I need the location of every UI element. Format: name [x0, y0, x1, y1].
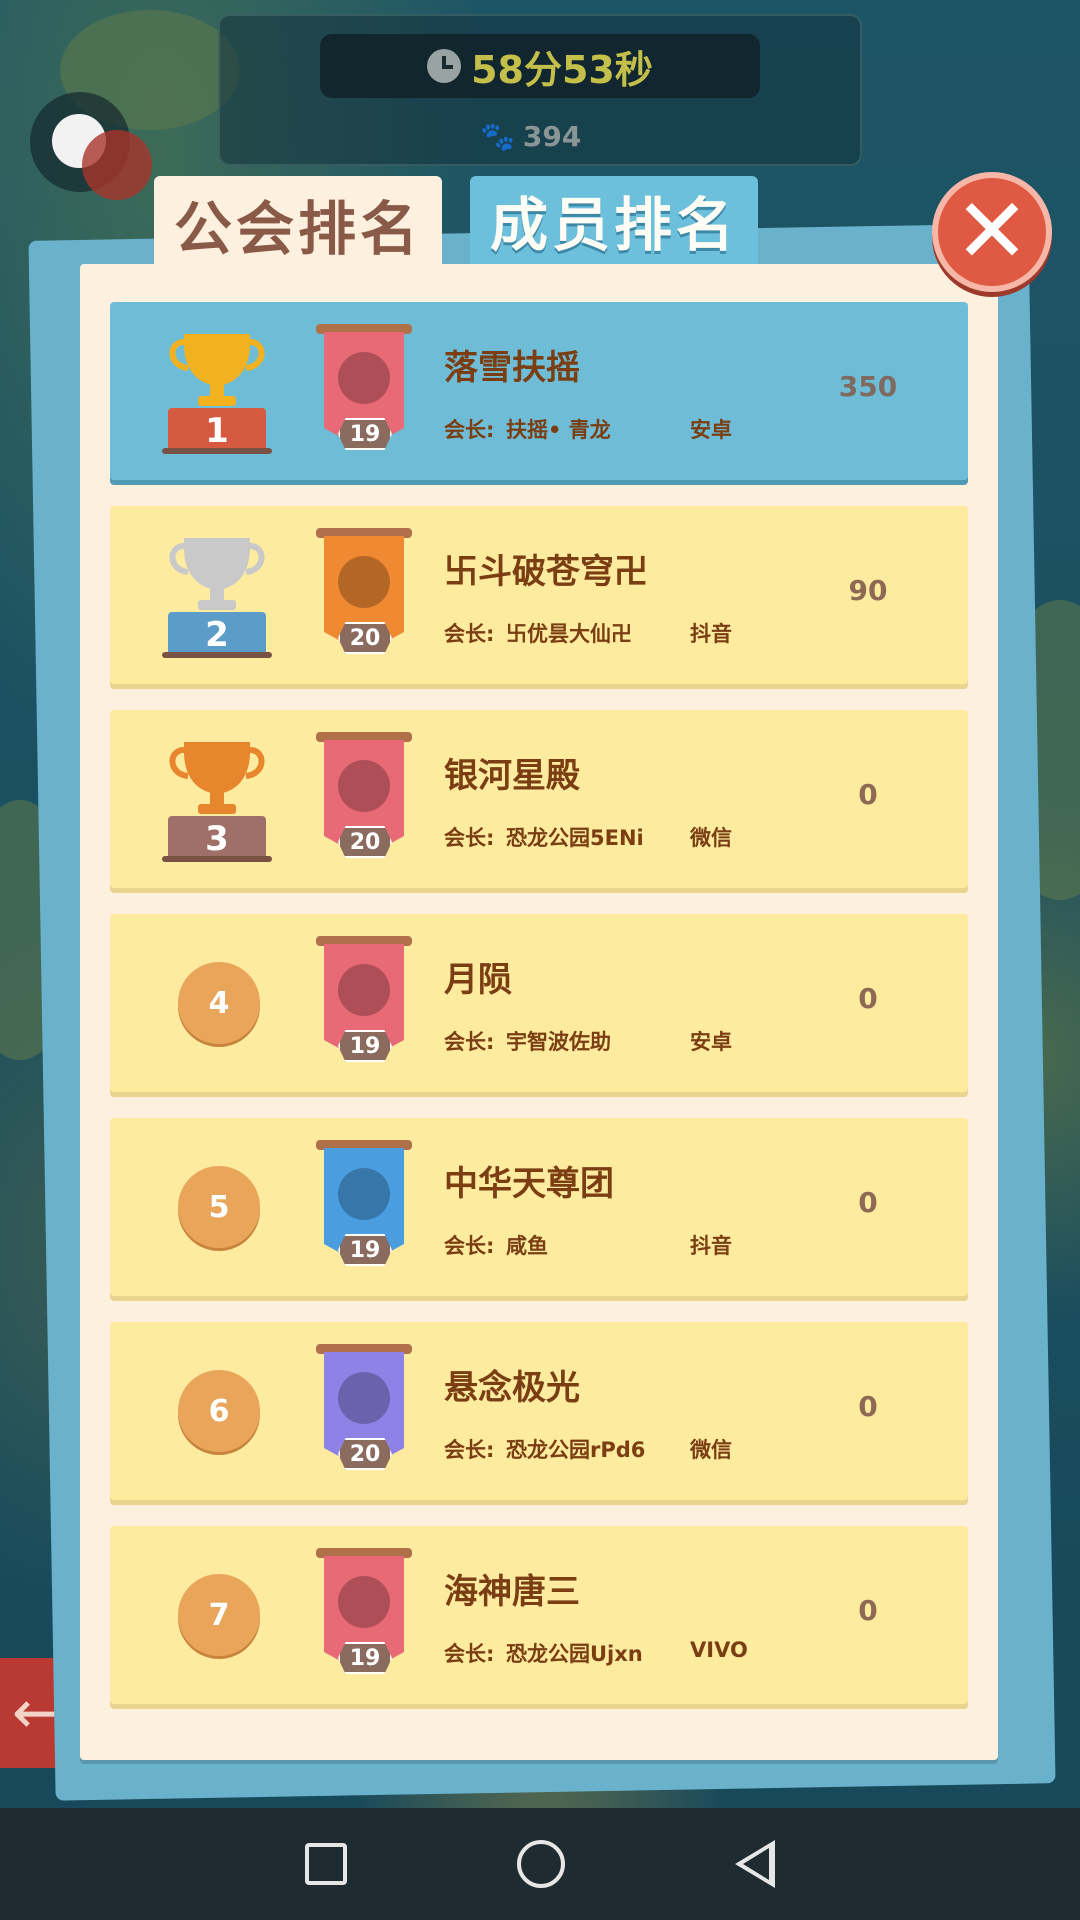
guild-name: 银河星殿: [444, 756, 580, 796]
moon-emblem-icon: [338, 964, 390, 1016]
eagle-emblem-icon: [338, 1372, 390, 1424]
guild-row[interactable]: 7 19 海神唐三 会长: 恐龙公园Ujxn VIVO 0: [110, 1526, 968, 1704]
guild-score: 0: [858, 1594, 878, 1627]
back-icon[interactable]: [735, 1840, 775, 1888]
shield-emblem-icon: [338, 1168, 390, 1220]
guild-row[interactable]: 3 20 银河星殿 会长: 恐龙公园5ENi 微信 0: [110, 710, 968, 888]
guild-level-badge: 20: [338, 1438, 392, 1470]
leader-name: 恐龙公园Ujxn: [506, 1642, 643, 1666]
leader-label: 会长:: [444, 1030, 495, 1054]
close-button[interactable]: ✕: [932, 172, 1052, 292]
guild-level-badge: 20: [338, 622, 392, 654]
trophy-icon: 1: [162, 334, 272, 454]
home-icon[interactable]: [517, 1840, 565, 1888]
guild-name: 卐斗破苍穹卍: [444, 552, 648, 592]
lion-emblem-icon: [338, 556, 390, 608]
guild-score: 0: [858, 982, 878, 1015]
guild-row[interactable]: 1 19 落雪扶摇 会长: 扶摇• 青龙 安卓 350: [110, 302, 968, 480]
rank-badge: 6: [178, 1370, 260, 1452]
leader-name: 咸鱼: [506, 1234, 548, 1258]
timer-text: 58分53秒: [471, 47, 653, 92]
guild-name: 月陨: [444, 960, 512, 1000]
guild-level-badge: 20: [338, 826, 392, 858]
platform-label: 安卓: [690, 1030, 732, 1054]
tab-member-ranking[interactable]: 成员排名: [470, 176, 758, 264]
trophy-icon: 2: [162, 538, 272, 658]
paw-icon: 🐾: [480, 120, 515, 153]
platform-label: 抖音: [690, 1234, 732, 1258]
guild-level-badge: 19: [338, 1642, 392, 1674]
guild-level-badge: 19: [338, 1234, 392, 1266]
guild-score: 350: [838, 370, 898, 403]
guild-row[interactable]: 2 20 卐斗破苍穹卍 会长: 卐优昙大仙卍 抖音 90: [110, 506, 968, 684]
leader-label: 会长:: [444, 418, 495, 442]
guild-level-badge: 19: [338, 418, 392, 450]
rank-badge: 4: [178, 962, 260, 1044]
leader-label: 会长:: [444, 1438, 495, 1462]
guild-row[interactable]: 6 20 悬念极光 会长: 恐龙公园rPd6 微信 0: [110, 1322, 968, 1500]
leader-name: 卐优昙大仙卍: [506, 622, 632, 646]
leader-label: 会长:: [444, 1234, 495, 1258]
moon-emblem-icon: [338, 760, 390, 812]
paw-counter: 🐾 394: [480, 120, 581, 153]
leader-name: 扶摇• 青龙: [506, 418, 611, 442]
platform-label: 微信: [690, 826, 732, 850]
recent-apps-icon[interactable]: [305, 1843, 347, 1885]
notification-dot: [82, 130, 152, 200]
platform-label: 微信: [690, 1438, 732, 1462]
platform-label: VIVO: [690, 1638, 748, 1662]
trophy-icon: 3: [162, 742, 272, 862]
eagle-emblem-icon: [338, 1576, 390, 1628]
guild-row[interactable]: 5 19 中华天尊团 会长: 咸鱼 抖音 0: [110, 1118, 968, 1296]
guild-score: 0: [858, 1186, 878, 1219]
top-hud: 58分53秒 🐾 394: [218, 14, 862, 166]
tab-guild-ranking[interactable]: 公会排名: [154, 176, 442, 272]
guild-name: 落雪扶摇: [444, 348, 580, 388]
rank-number: 2: [205, 615, 229, 655]
paw-count: 394: [522, 120, 582, 153]
leader-label: 会长:: [444, 1642, 495, 1666]
rank-number: 1: [205, 411, 229, 451]
guild-row[interactable]: 4 19 月陨 会长: 宇智波佐助 安卓 0: [110, 914, 968, 1092]
system-nav-bar: [0, 1808, 1080, 1920]
platform-label: 抖音: [690, 622, 732, 646]
guild-name: 悬念极光: [444, 1368, 580, 1408]
guild-score: 0: [858, 778, 878, 811]
guild-name: 中华天尊团: [444, 1164, 614, 1204]
rank-badge: 7: [178, 1574, 260, 1656]
leader-name: 宇智波佐助: [506, 1030, 611, 1054]
rank-badge: 5: [178, 1166, 260, 1248]
clock-icon: [427, 49, 462, 83]
guild-level-badge: 19: [338, 1030, 392, 1062]
guild-name: 海神唐三: [444, 1572, 580, 1612]
timer-display: 58分53秒: [320, 34, 760, 98]
leader-label: 会长:: [444, 622, 495, 646]
rank-number: 3: [205, 819, 229, 859]
leader-name: 恐龙公园rPd6: [506, 1438, 646, 1462]
guild-score: 0: [858, 1390, 878, 1423]
moon-emblem-icon: [338, 352, 390, 404]
platform-label: 安卓: [690, 418, 732, 442]
leader-label: 会长:: [444, 826, 495, 850]
leader-name: 恐龙公园5ENi: [506, 826, 644, 850]
guild-score: 90: [848, 574, 888, 607]
